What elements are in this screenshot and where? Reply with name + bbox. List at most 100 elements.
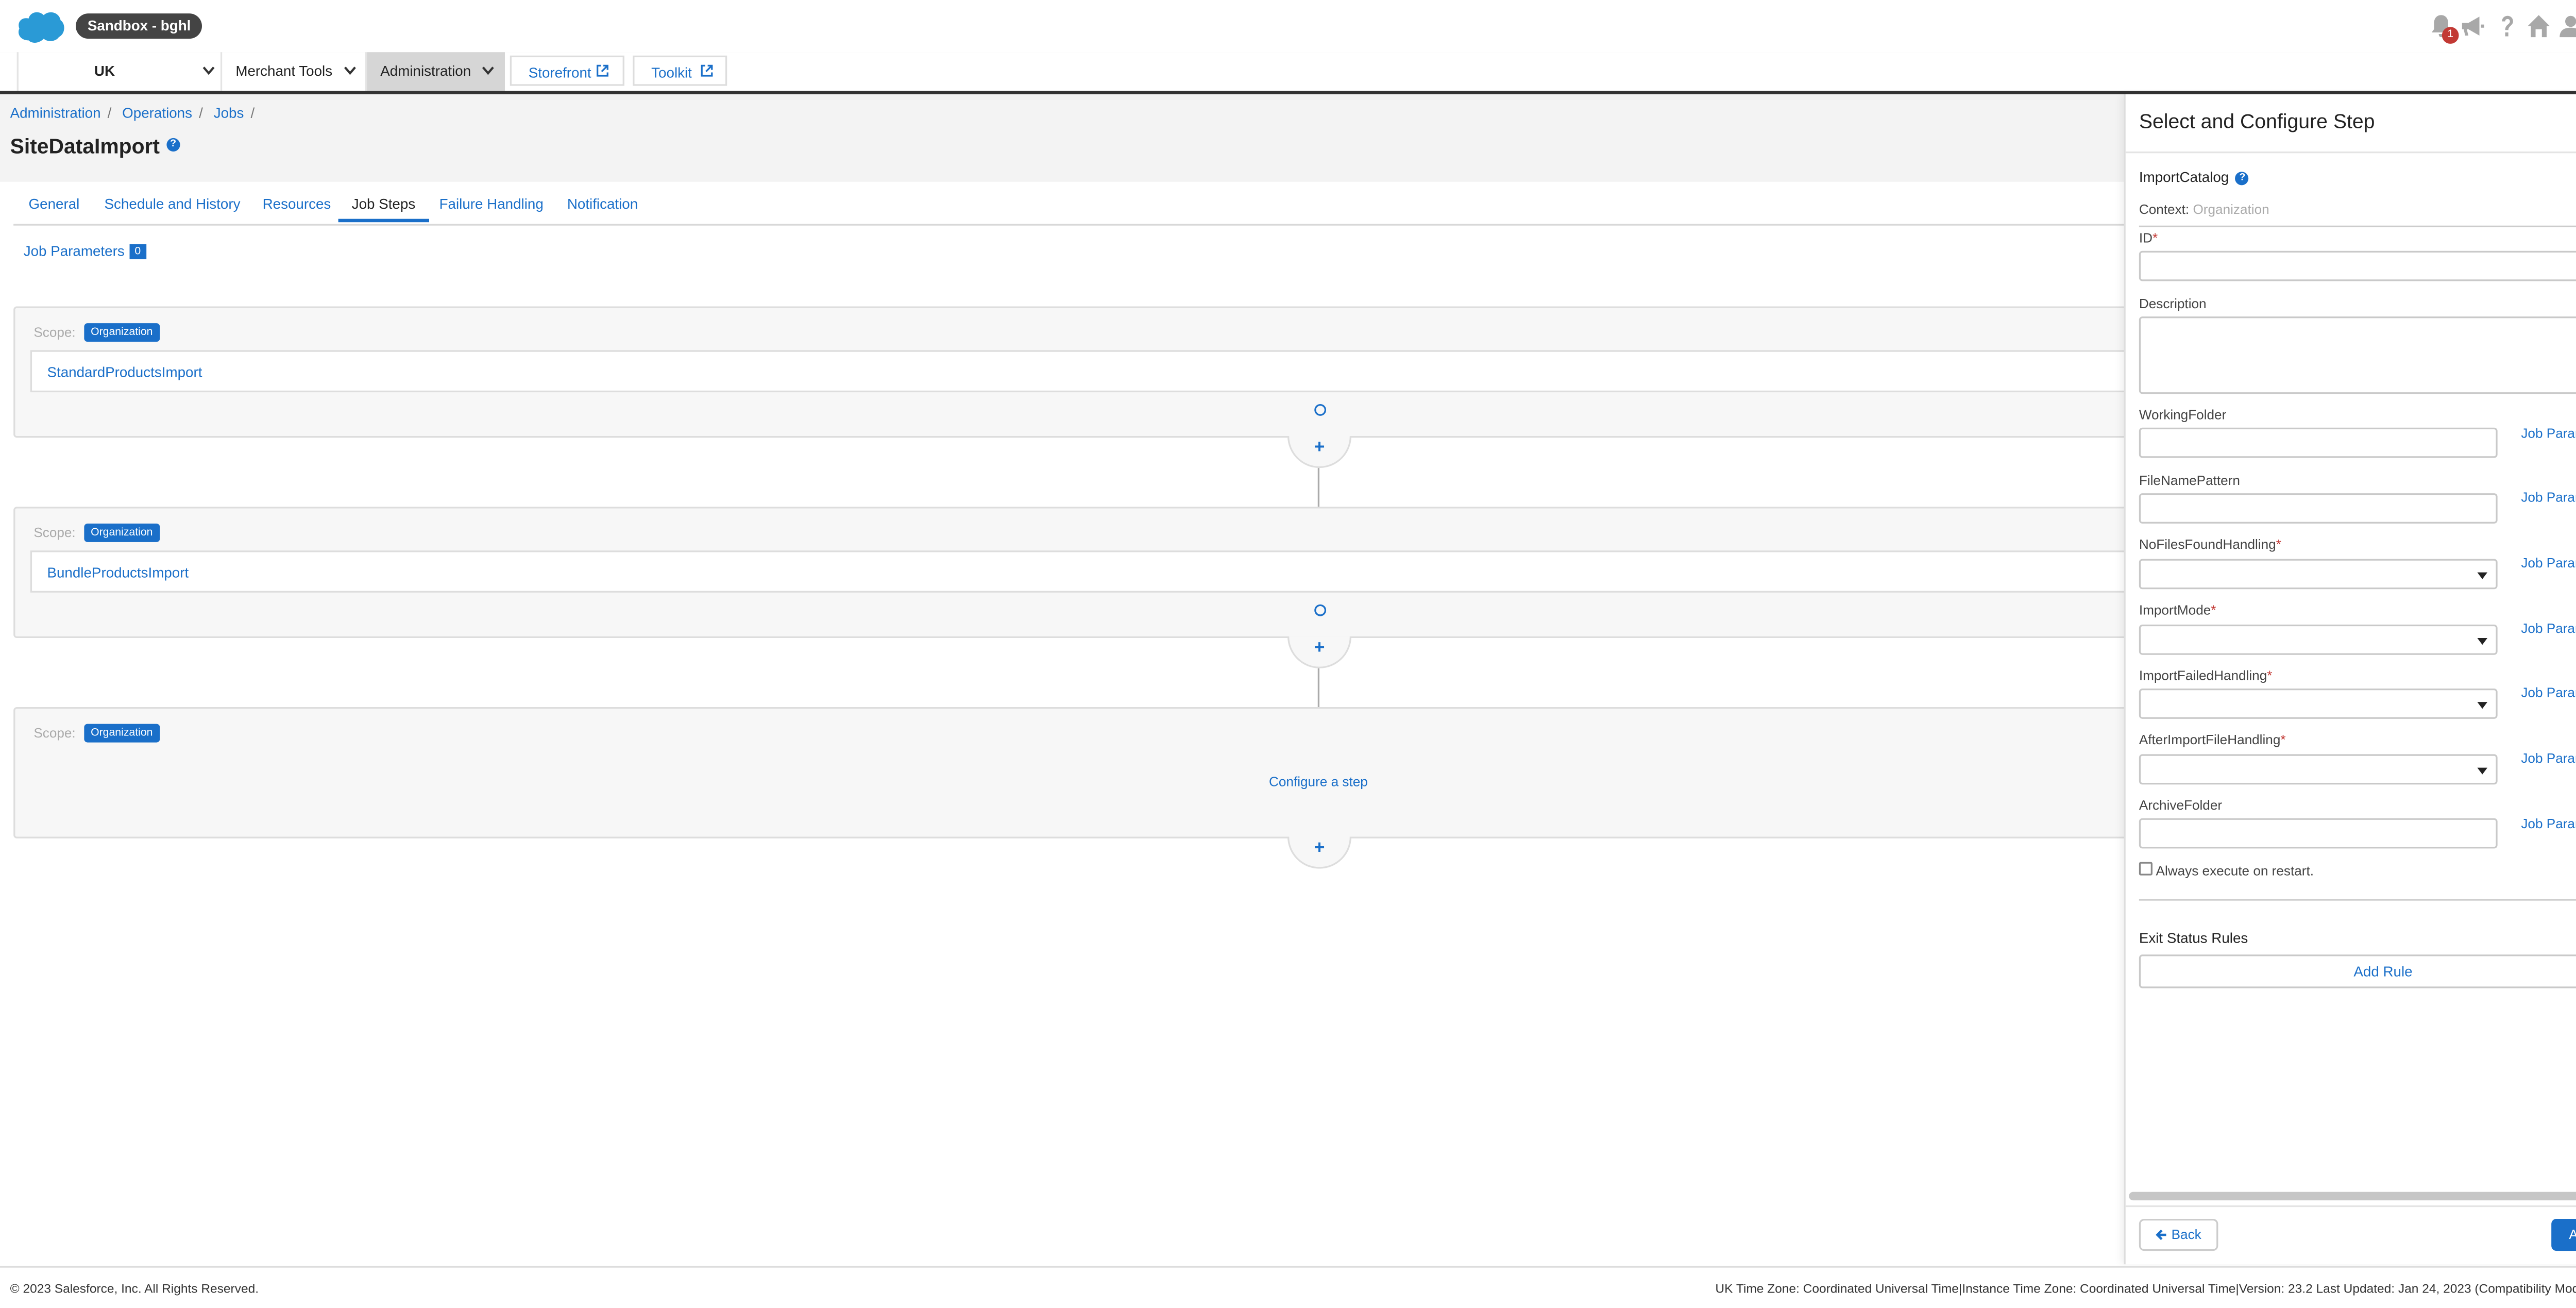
tab-resources[interactable]: Resources: [249, 185, 344, 222]
breadcrumb-jobs[interactable]: Jobs: [214, 105, 244, 122]
add-step-button[interactable]: +: [1287, 636, 1352, 668]
id-label: ID*: [2139, 230, 2158, 246]
tab-failure-handling[interactable]: Failure Handling: [426, 185, 556, 222]
copyright-text: © 2023 Salesforce, Inc. All Rights Reser…: [10, 1281, 259, 1297]
no-files-found-handling-select[interactable]: [2139, 559, 2498, 590]
tab-schedule-and-history[interactable]: Schedule and History: [91, 185, 253, 222]
horizontal-scrollbar[interactable]: [2129, 1192, 2576, 1201]
tab-notification[interactable]: Notification: [554, 185, 652, 222]
scope-label: Scope:: [33, 725, 76, 741]
site-selector-label: UK: [94, 62, 115, 79]
no-files-found-handling-job-parameters-link[interactable]: Job Parameters: [2521, 556, 2576, 571]
add-step-button[interactable]: +: [1287, 836, 1352, 869]
help-icon[interactable]: ?: [2235, 172, 2249, 186]
help-icon[interactable]: ?: [166, 138, 180, 152]
divider: [2125, 151, 2576, 154]
breadcrumb-administration[interactable]: Administration: [10, 105, 101, 122]
step-card[interactable]: BundleProductsImport: [30, 550, 2127, 593]
storefront-label: Storefront: [528, 64, 591, 81]
breadcrumb: Administration / Operations / Jobs /: [10, 104, 255, 122]
add-step-button[interactable]: +: [1287, 436, 1352, 468]
caret-down-icon: [2477, 767, 2488, 775]
context-value: Organization: [2193, 202, 2269, 217]
page-header: [0, 94, 2124, 182]
step-name: BundleProductsImport: [47, 564, 189, 581]
after-import-file-handling-label: AfterImportFileHandling*: [2139, 732, 2286, 748]
exit-status-rules-heading: Exit Status Rules: [2139, 929, 2248, 946]
toolkit-label: Toolkit: [651, 64, 692, 81]
site-selector[interactable]: UK: [16, 52, 223, 91]
home-icon[interactable]: [2526, 13, 2551, 39]
configure-step-link[interactable]: Configure a step: [1269, 775, 1368, 790]
scrollbar-thumb[interactable]: [2129, 1192, 2576, 1201]
scope-label: Scope:: [33, 525, 76, 541]
merchant-tools-menu[interactable]: Merchant Tools: [222, 52, 367, 91]
user-icon[interactable]: [2558, 13, 2576, 39]
working-folder-input[interactable]: [2139, 427, 2498, 458]
scope-badge: Organization: [84, 323, 160, 342]
tab-general[interactable]: General: [15, 185, 93, 222]
toolkit-button[interactable]: Toolkit: [633, 55, 727, 86]
breadcrumb-operations[interactable]: Operations: [122, 105, 192, 122]
add-step-symbol: +: [1314, 838, 1325, 859]
storefront-button[interactable]: Storefront: [510, 55, 624, 86]
step-name: StandardProductsImport: [47, 363, 202, 381]
help-icon[interactable]: [2494, 13, 2519, 39]
step-type-label: ImportCatalog: [2139, 168, 2229, 186]
external-link-icon: [701, 64, 713, 77]
main-nav: UK Merchant Tools Administration Storefr…: [0, 52, 2576, 94]
job-parameters-count: 0: [129, 244, 146, 260]
connector-line: [1317, 468, 1320, 507]
description-label: Description: [2139, 296, 2207, 312]
context-label: Context:: [2139, 202, 2190, 217]
back-button[interactable]: Back: [2139, 1219, 2218, 1251]
administration-label: Administration: [380, 62, 471, 79]
megaphone-icon[interactable]: [2461, 13, 2486, 39]
archive-folder-job-parameters-link[interactable]: Job Parameters: [2521, 816, 2576, 831]
add-substep-icon[interactable]: [1314, 404, 1327, 416]
description-textarea[interactable]: [2139, 316, 2576, 394]
working-folder-job-parameters-link[interactable]: Job Parameters: [2521, 426, 2576, 441]
assign-label: Assign: [2569, 1227, 2576, 1242]
context-row: Context: Organization: [2139, 202, 2269, 217]
scope-row: Scope: Organization: [33, 523, 160, 542]
file-name-pattern-job-parameters-link[interactable]: Job Parameters: [2521, 490, 2576, 505]
no-files-found-handling-label: NoFilesFoundHandling*: [2139, 537, 2281, 552]
chevron-down-icon: [344, 66, 356, 75]
back-label: Back: [2171, 1227, 2201, 1243]
scope-row: Scope: Organization: [33, 724, 160, 743]
id-input[interactable]: [2139, 250, 2576, 281]
tab-bar: General Schedule and History Resources J…: [13, 185, 2124, 226]
configure-step-panel: Select and Configure Step × ImportCatalo…: [2124, 94, 2576, 1265]
tab-job-steps[interactable]: Job Steps: [338, 185, 429, 223]
after-import-file-handling-select[interactable]: [2139, 754, 2498, 785]
scope-badge: Organization: [84, 724, 160, 743]
import-mode-select[interactable]: [2139, 624, 2498, 655]
import-failed-handling-job-parameters-link[interactable]: Job Parameters: [2521, 685, 2576, 700]
add-step-symbol: +: [1314, 438, 1325, 458]
working-folder-label: WorkingFolder: [2139, 407, 2227, 423]
scope-badge: Organization: [84, 523, 160, 542]
top-bar: Sandbox - bghl 1: [0, 0, 2576, 54]
add-substep-icon[interactable]: [1314, 604, 1327, 616]
panel-title: Select and Configure Step: [2139, 109, 2375, 133]
salesforce-logo[interactable]: [15, 8, 65, 44]
add-rule-button[interactable]: Add Rule: [2139, 954, 2576, 988]
divider: [2125, 1205, 2576, 1208]
import-mode-job-parameters-link[interactable]: Job Parameters: [2521, 621, 2576, 636]
job-parameters-link[interactable]: Job Parameters 0: [24, 242, 146, 260]
archive-folder-input[interactable]: [2139, 818, 2498, 849]
file-name-pattern-input[interactable]: [2139, 493, 2498, 524]
add-step-symbol: +: [1314, 638, 1325, 659]
step-flow-2: Scope: Organization BundleProductsImport: [13, 507, 2127, 639]
step-flow-3: Scope: Organization Configure a step: [13, 707, 2127, 839]
always-execute-checkbox[interactable]: [2139, 862, 2153, 876]
step-card[interactable]: StandardProductsImport: [30, 350, 2127, 393]
divider: [2139, 225, 2576, 227]
add-rule-label: Add Rule: [2353, 963, 2413, 980]
import-failed-handling-select[interactable]: [2139, 689, 2498, 719]
after-import-file-handling-job-parameters-link[interactable]: Job Parameters: [2521, 751, 2576, 766]
step-flow-1: Scope: Organization StandardProductsImpor…: [13, 306, 2127, 438]
assign-button[interactable]: Assign: [2551, 1219, 2576, 1251]
administration-menu[interactable]: Administration: [367, 52, 505, 91]
